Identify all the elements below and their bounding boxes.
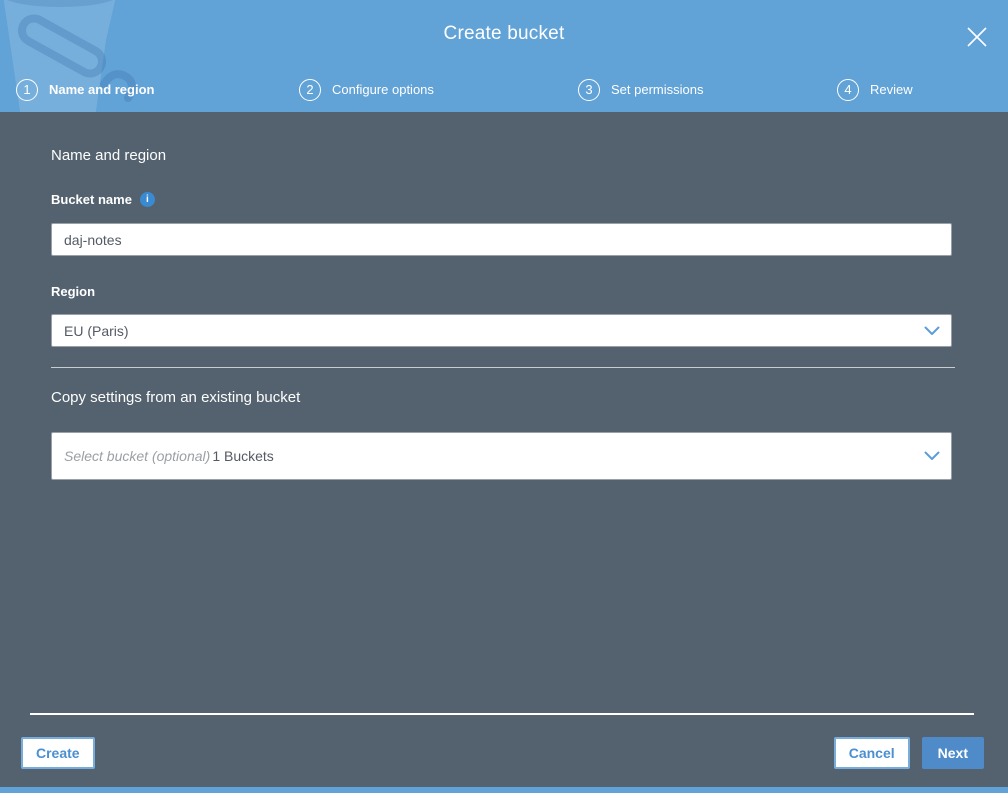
chevron-down-icon (924, 326, 940, 336)
cancel-button[interactable]: Cancel (833, 737, 910, 769)
step-number-badge: 3 (578, 78, 600, 101)
step-number-badge: 1 (16, 78, 38, 101)
modal-footer: Create Cancel Next (21, 737, 984, 769)
create-button[interactable]: Create (21, 737, 95, 769)
modal-title: Create bucket (443, 22, 565, 44)
step-label: Name and region (49, 82, 155, 97)
bucket-name-input[interactable] (51, 223, 952, 256)
footer-divider (30, 713, 974, 715)
modal-body: Name and region Bucket name i Region EU … (0, 112, 1008, 480)
step-number-badge: 4 (837, 78, 859, 101)
close-icon[interactable] (962, 22, 992, 52)
step-label: Configure options (332, 82, 434, 97)
copy-settings-placeholder: Select bucket (optional) (64, 448, 211, 464)
bottom-accent-strip (0, 787, 1008, 793)
section-title: Name and region (51, 147, 167, 164)
info-icon[interactable]: i (139, 192, 155, 207)
step-bar: 1 Name and region 2 Configure options 3 … (0, 67, 1008, 112)
copy-settings-select[interactable]: Select bucket (optional) 1 Buckets (51, 432, 952, 480)
copy-settings-title: Copy settings from an existing bucket (51, 389, 301, 406)
next-button[interactable]: Next (921, 737, 984, 769)
bucket-count-text: 1 Buckets (212, 448, 274, 464)
region-select[interactable]: EU (Paris) (51, 314, 952, 347)
section-divider (51, 367, 955, 368)
step-set-permissions[interactable]: 3 Set permissions (578, 78, 837, 101)
step-label: Review (870, 82, 913, 97)
chevron-down-icon (924, 451, 940, 461)
step-review[interactable]: 4 Review (837, 78, 913, 101)
modal-header: Create bucket 1 Name and region 2 Config… (0, 0, 1008, 112)
step-configure-options[interactable]: 2 Configure options (299, 78, 578, 101)
step-name-and-region[interactable]: 1 Name and region (16, 78, 299, 101)
region-select-value: EU (Paris) (64, 322, 129, 339)
create-bucket-modal: Create bucket 1 Name and region 2 Config… (0, 0, 1008, 793)
bucket-name-label-text: Bucket name (51, 192, 132, 207)
region-label: Region (51, 284, 957, 299)
region-label-text: Region (51, 284, 96, 299)
step-label: Set permissions (611, 82, 704, 97)
bucket-name-label: Bucket name i (51, 192, 957, 207)
step-number-badge: 2 (299, 78, 321, 101)
